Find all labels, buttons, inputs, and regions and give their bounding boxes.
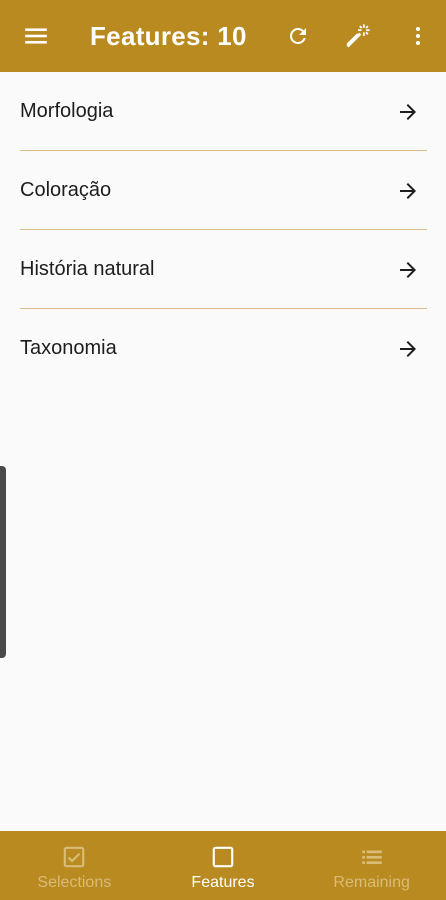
- nav-label: Remaining: [333, 874, 410, 891]
- arrow-right-icon: [400, 261, 416, 278]
- refresh-button[interactable]: [270, 0, 326, 72]
- app-screen: Features: 10 Morfologia Coloração Histór…: [0, 0, 446, 900]
- drawer-edge-handle[interactable]: [0, 466, 6, 658]
- top-app-bar: Features: 10: [0, 0, 446, 72]
- arrow-right-icon: [400, 103, 416, 120]
- list-item-taxonomia[interactable]: Taxonomia: [0, 309, 446, 388]
- refresh-icon: [289, 27, 306, 44]
- magic-wand-icon: [346, 24, 370, 48]
- bottom-navigation: Selections Features Remaining: [0, 831, 446, 900]
- nav-label: Features: [191, 874, 255, 891]
- more-options-button[interactable]: [390, 0, 446, 72]
- list-item-label: Morfologia: [20, 100, 114, 122]
- checkbox-icon: [64, 846, 85, 868]
- list-icon: [361, 850, 382, 865]
- arrow-right-icon: [400, 182, 416, 199]
- menu-button[interactable]: [8, 0, 64, 72]
- page-title: Features: 10: [90, 20, 247, 51]
- magic-wand-button[interactable]: [330, 0, 386, 72]
- arrow-right-icon: [400, 340, 416, 357]
- feature-category-list: Morfologia Coloração História natural Ta…: [0, 72, 446, 388]
- list-item-label: Coloração: [20, 179, 112, 201]
- nav-tab-selections[interactable]: Selections: [0, 831, 149, 900]
- list-item-label: Taxonomia: [20, 337, 117, 359]
- list-item-historia-natural[interactable]: História natural: [0, 230, 446, 309]
- more-vert-icon: [416, 27, 420, 45]
- square-icon: [212, 846, 234, 868]
- nav-label: Selections: [37, 874, 112, 891]
- nav-tab-features[interactable]: Features: [149, 831, 298, 900]
- list-item-label: História natural: [20, 258, 155, 280]
- list-item-morfologia[interactable]: Morfologia: [0, 72, 446, 151]
- nav-tab-remaining[interactable]: Remaining: [297, 831, 446, 900]
- list-item-coloracao[interactable]: Coloração: [0, 151, 446, 230]
- menu-icon: [25, 28, 47, 44]
